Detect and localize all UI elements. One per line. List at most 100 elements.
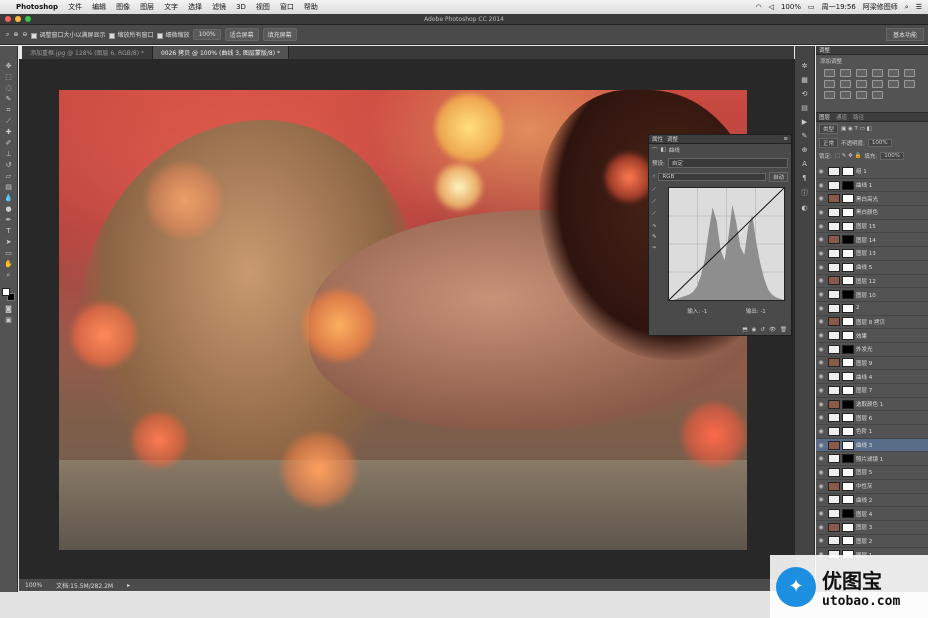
visibility-eye-icon[interactable]: ◉ [816, 277, 826, 284]
layer-row[interactable]: ◉ 图层 14 [816, 233, 928, 248]
stamp-tool-icon[interactable]: ⊥ [3, 150, 15, 158]
visibility-eye-icon[interactable]: ◉ [816, 223, 826, 230]
layer-mask-thumbnail[interactable] [842, 358, 854, 368]
menu-file[interactable]: 文件 [68, 2, 82, 12]
visibility-eye-icon[interactable]: ◉ [816, 387, 826, 394]
layer-mask-thumbnail[interactable] [842, 426, 854, 436]
curve-point-icon[interactable]: ∿ [652, 223, 657, 229]
threshold-icon[interactable] [840, 91, 851, 99]
properties-panel-icon[interactable]: ▤ [801, 104, 808, 112]
pen-tool-icon[interactable]: ✒ [3, 216, 15, 224]
layer-row[interactable]: ◉ 图层 13 [816, 247, 928, 261]
visibility-icon[interactable]: 👁 [769, 327, 776, 333]
visibility-eye-icon[interactable]: ◉ [816, 168, 826, 175]
foreground-color-swatch[interactable] [1, 288, 10, 296]
layer-mask-thumbnail[interactable] [842, 399, 854, 409]
tab-document-1[interactable]: 添加重框.jpg @ 128% (图层 6, RGB/8) * [22, 46, 153, 59]
layer-mask-thumbnail[interactable] [842, 440, 854, 450]
exposure-icon[interactable] [872, 69, 883, 77]
shape-tool-icon[interactable]: ▭ [3, 249, 15, 257]
tab-adjustments[interactable]: 调整 [667, 135, 678, 143]
layer-mask-thumbnail[interactable] [842, 194, 854, 204]
channel-select[interactable]: RGB [658, 173, 766, 181]
type-tool-icon[interactable]: T [3, 227, 15, 235]
color-lookup-icon[interactable] [888, 80, 899, 88]
crop-tool-icon[interactable]: ⌗ [3, 106, 15, 114]
pencil-icon[interactable]: ✎ [652, 234, 657, 240]
layer-row[interactable]: ◉ 图层 5 [816, 466, 928, 480]
reset-icon[interactable]: ↺ [760, 327, 765, 333]
fill-screen-button[interactable]: 填充屏幕 [262, 28, 297, 41]
layer-row[interactable]: ◉ 图层 10 [816, 288, 928, 302]
menu-select[interactable]: 选择 [188, 2, 202, 12]
layer-row[interactable]: ◉ 组 1 [816, 165, 928, 179]
swatches-panel-icon[interactable]: ▦ [801, 76, 808, 84]
color-swatches[interactable] [1, 288, 16, 302]
visibility-eye-icon[interactable]: ◉ [816, 359, 826, 366]
opacity-input[interactable]: 100% [867, 139, 892, 147]
layer-row[interactable]: ◉ 中性灰 [816, 480, 928, 494]
lock-icons[interactable]: ⬚ ✎ ✥ 🔒 [835, 153, 862, 159]
layer-row[interactable]: ◉ 图层 7 [816, 384, 928, 398]
minimize-icon[interactable] [15, 16, 21, 22]
lasso-tool-icon[interactable]: ◌ [3, 84, 15, 92]
quick-select-tool-icon[interactable]: ✎ [3, 95, 15, 103]
layer-mask-thumbnail[interactable] [842, 413, 854, 423]
checkbox-icon[interactable] [157, 32, 164, 39]
marquee-tool-icon[interactable]: ⬚ [3, 73, 15, 81]
layer-row[interactable]: ◉ 图层 9 [816, 357, 928, 371]
vibrance-icon[interactable] [888, 69, 899, 77]
layer-mask-thumbnail[interactable] [842, 276, 854, 286]
layer-mask-thumbnail[interactable] [842, 303, 854, 313]
layer-row[interactable]: ◉ 曲线 2 [816, 494, 928, 508]
layer-mask-thumbnail[interactable] [842, 372, 854, 382]
layer-row[interactable]: ◉ 黑白高光 [816, 192, 928, 207]
visibility-eye-icon[interactable]: ◉ [816, 455, 826, 462]
clock[interactable]: 周一19:56 [822, 2, 856, 12]
gradient-tool-icon[interactable]: ▤ [3, 183, 15, 191]
layer-mask-thumbnail[interactable] [842, 180, 854, 190]
brush-tool-icon[interactable]: ✐ [3, 139, 15, 147]
layer-row[interactable]: ◉ 图层 8 拷贝 [816, 316, 928, 330]
visibility-eye-icon[interactable]: ◉ [816, 195, 826, 202]
sample-gray-icon[interactable]: ⟋ [652, 199, 657, 206]
zoom-100-button[interactable]: 100% [193, 29, 221, 40]
menu-window[interactable]: 窗口 [280, 2, 294, 12]
blur-tool-icon[interactable]: 💧 [3, 194, 15, 202]
zoom-tool-icon[interactable]: ⌕ [6, 31, 9, 39]
tab-channels[interactable]: 通道 [836, 113, 847, 121]
layer-mask-thumbnail[interactable] [842, 344, 854, 354]
auto-button[interactable]: 自动 [768, 172, 788, 182]
brightness-icon[interactable] [824, 69, 835, 77]
menu-help[interactable]: 帮助 [304, 2, 318, 12]
delete-icon[interactable]: 🗑 [780, 327, 787, 333]
battery-icon[interactable]: ▭ [808, 3, 815, 11]
visibility-eye-icon[interactable]: ◉ [816, 483, 826, 490]
layer-row[interactable]: ◉ 曲线 4 [816, 370, 928, 384]
layer-row[interactable]: ◉ 图层 6 [816, 411, 928, 426]
layer-row[interactable]: ◉ 图层 12 [816, 275, 928, 289]
visibility-eye-icon[interactable]: ◉ [816, 264, 826, 271]
filter-icons[interactable]: ▣ ◉ T ▭ ◧ [841, 126, 872, 132]
color-balance-icon[interactable] [824, 80, 835, 88]
visibility-eye-icon[interactable]: ◉ [816, 428, 826, 435]
zoom-tool-icon[interactable]: ⌕ [3, 271, 15, 279]
layer-kind-filter[interactable]: 类型 [819, 124, 839, 134]
visibility-eye-icon[interactable]: ◉ [816, 346, 826, 353]
search-icon[interactable]: ⌕ [905, 3, 909, 12]
layer-mask-thumbnail[interactable] [842, 262, 854, 272]
layer-mask-thumbnail[interactable] [842, 536, 854, 546]
layer-mask-thumbnail[interactable] [842, 495, 854, 505]
eraser-tool-icon[interactable]: ▱ [3, 172, 15, 180]
curves-icon[interactable] [856, 69, 867, 77]
layer-row[interactable]: ◉ 外发光 [816, 343, 928, 357]
menu-view[interactable]: 视图 [256, 2, 270, 12]
history-brush-icon[interactable]: ↺ [3, 161, 15, 169]
layer-row[interactable]: ◉ 图层 3 [816, 521, 928, 535]
paragraph-panel-icon[interactable]: ¶ [802, 174, 806, 182]
fill-input[interactable]: 100% [880, 152, 904, 160]
layer-mask-thumbnail[interactable] [842, 454, 854, 464]
menu-edit[interactable]: 编辑 [92, 2, 106, 12]
layer-row[interactable]: ◉ 照片滤镜 1 [816, 452, 928, 467]
list-icon[interactable]: ☰ [916, 3, 922, 11]
